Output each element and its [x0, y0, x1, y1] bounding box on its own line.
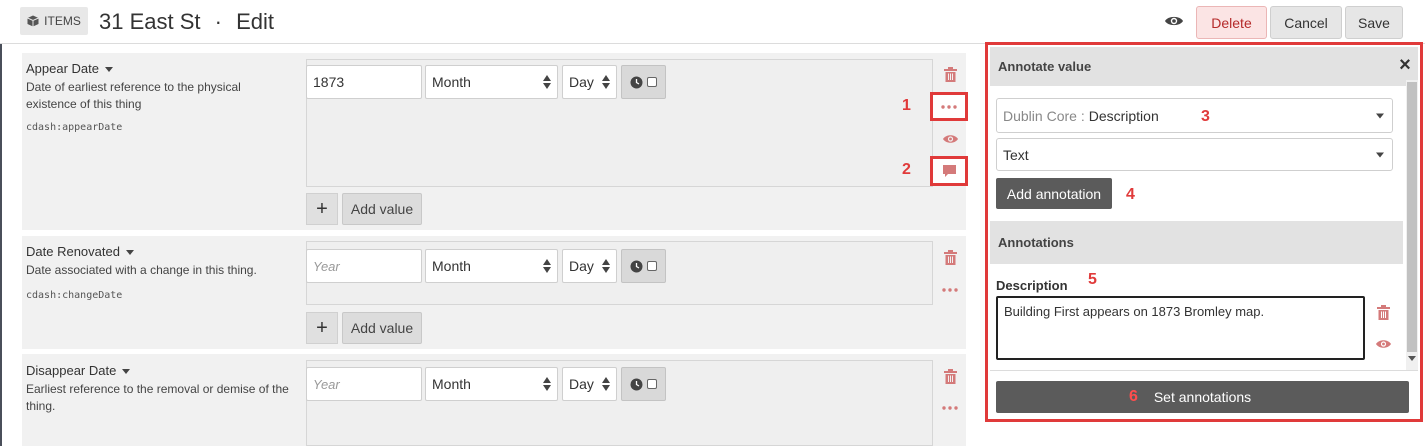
- term-label: Description: [1088, 107, 1159, 124]
- comment-icon: [942, 165, 956, 177]
- day-select[interactable]: Day: [562, 249, 617, 283]
- updown-arrows-icon: [543, 259, 551, 273]
- delete-button[interactable]: Delete: [1196, 6, 1267, 39]
- save-button[interactable]: Save: [1345, 6, 1403, 39]
- property-label-text: Disappear Date: [26, 363, 117, 378]
- add-value-button[interactable]: Add value: [342, 312, 422, 344]
- caret-down-icon: [1376, 152, 1384, 157]
- trash-icon[interactable]: [1374, 303, 1392, 321]
- vocab-label: Dublin Core :: [1003, 107, 1085, 124]
- annotation-label: Description: [996, 278, 1068, 293]
- day-select-value: Day: [569, 376, 594, 392]
- callout-3: 3: [1201, 108, 1210, 125]
- items-badge-label: ITEMS: [44, 14, 81, 28]
- cube-icon: [27, 15, 39, 27]
- property-label-text: Date Renovated: [26, 244, 120, 259]
- caret-down-icon: [122, 369, 131, 375]
- more-options-icon: [941, 104, 957, 109]
- time-checkbox[interactable]: [647, 77, 657, 87]
- month-select-value: Month: [432, 258, 471, 274]
- time-checkbox[interactable]: [647, 379, 657, 389]
- page-title-item: 31 East St: [99, 9, 201, 34]
- add-value-plus-button[interactable]: +: [306, 193, 338, 225]
- month-select-value: Month: [432, 376, 471, 392]
- visibility-eye-icon[interactable]: [940, 130, 960, 148]
- year-input[interactable]: Year: [306, 249, 422, 283]
- property-label[interactable]: Appear Date: [26, 61, 113, 76]
- annotate-panel-header: Annotate value: [990, 47, 1418, 86]
- add-annotation-button[interactable]: Add annotation: [996, 178, 1112, 209]
- annotation-type-select[interactable]: Text: [996, 138, 1393, 171]
- annotate-highlight[interactable]: [930, 156, 968, 186]
- add-value-button[interactable]: Add value: [342, 193, 422, 225]
- cancel-button[interactable]: Cancel: [1270, 6, 1342, 39]
- callout-2: 2: [902, 161, 911, 178]
- clock-icon: [630, 260, 643, 272]
- year-input[interactable]: 1873: [306, 65, 422, 99]
- updown-arrows-icon: [602, 377, 610, 391]
- day-select[interactable]: Day: [562, 65, 617, 99]
- items-badge[interactable]: ITEMS: [20, 7, 88, 35]
- annotation-textarea[interactable]: Building First appears on 1873 Bromley m…: [996, 296, 1365, 360]
- property-term: cdash:changeDate: [26, 290, 123, 301]
- month-select[interactable]: Month: [425, 65, 558, 99]
- close-icon[interactable]: ×: [1398, 54, 1412, 76]
- type-select-value: Text: [1003, 146, 1029, 163]
- callout-4: 4: [1126, 186, 1135, 203]
- updown-arrows-icon: [543, 75, 551, 89]
- property-label[interactable]: Date Renovated: [26, 244, 134, 259]
- left-rule: [0, 44, 2, 446]
- callout-1: 1: [902, 97, 911, 114]
- panel-divider: [990, 370, 1418, 371]
- clock-icon: [630, 76, 643, 88]
- year-input[interactable]: Year: [306, 367, 422, 401]
- annotations-header-title: Annotations: [998, 235, 1074, 250]
- property-label[interactable]: Disappear Date: [26, 363, 131, 378]
- caret-down-icon: [105, 67, 113, 73]
- time-toggle[interactable]: [621, 249, 666, 283]
- set-annotations-button[interactable]: Set annotations: [996, 381, 1409, 413]
- updown-arrows-icon: [543, 377, 551, 391]
- property-description: Date of earliest reference to the physic…: [26, 80, 241, 111]
- annotations-header: Annotations: [990, 221, 1403, 264]
- time-toggle[interactable]: [621, 367, 666, 401]
- trash-icon[interactable]: [940, 366, 960, 386]
- time-toggle[interactable]: [621, 65, 666, 99]
- view-eye-icon[interactable]: [1164, 13, 1184, 29]
- more-options-icon[interactable]: [940, 400, 960, 416]
- title-separator: ·: [214, 9, 222, 34]
- month-select[interactable]: Month: [425, 367, 558, 401]
- month-select-value: Month: [432, 74, 471, 90]
- caret-down-icon: [1376, 113, 1384, 118]
- add-value-plus-button[interactable]: +: [306, 312, 338, 344]
- trash-icon[interactable]: [940, 247, 960, 267]
- caret-down-icon: [125, 250, 134, 256]
- day-select-value: Day: [569, 74, 594, 90]
- property-description: Earliest reference to the removal or dem…: [26, 382, 289, 413]
- page-title-mode: Edit: [236, 9, 275, 34]
- day-select-value: Day: [569, 258, 594, 274]
- month-select[interactable]: Month: [425, 249, 558, 283]
- trash-icon[interactable]: [940, 64, 960, 84]
- callout-5: 5: [1088, 271, 1097, 288]
- callout-6: 6: [1129, 388, 1138, 405]
- annotate-panel-title: Annotate value: [998, 59, 1092, 74]
- updown-arrows-icon: [602, 259, 610, 273]
- visibility-eye-icon[interactable]: [1373, 337, 1393, 351]
- scroll-down-arrow-icon[interactable]: [1408, 356, 1416, 361]
- annotation-property-select[interactable]: Dublin Core : Description: [996, 98, 1393, 133]
- day-select[interactable]: Day: [562, 367, 617, 401]
- property-label-text: Appear Date: [26, 61, 99, 76]
- more-options-icon[interactable]: [940, 282, 960, 298]
- clock-icon: [630, 378, 643, 390]
- page-title: 31 East St · Edit: [99, 9, 274, 35]
- updown-arrows-icon: [602, 75, 610, 89]
- property-term: cdash:appearDate: [26, 122, 123, 133]
- more-options-highlight[interactable]: [930, 92, 968, 121]
- scrollbar-thumb[interactable]: [1407, 82, 1417, 352]
- time-checkbox[interactable]: [647, 261, 657, 271]
- property-description: Date associated with a change in this th…: [26, 263, 257, 277]
